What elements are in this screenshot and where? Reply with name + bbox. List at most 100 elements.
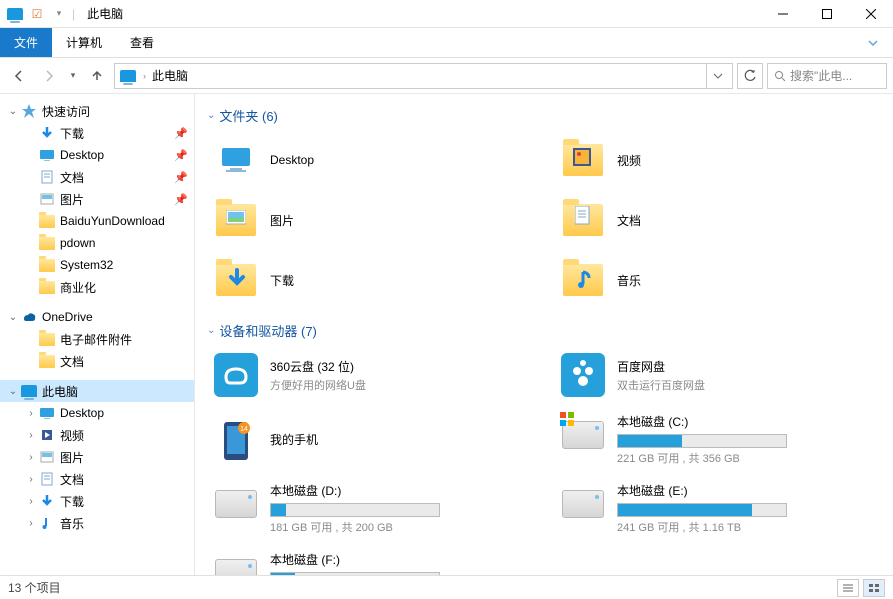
status-bar: 13 个项目 [0,575,893,599]
expand-icon[interactable] [24,258,38,272]
tree-item-icon [38,212,56,230]
chevron-down-icon: ⌄ [207,325,215,336]
tree-item-label: 图片 [60,449,188,466]
ribbon-tabs: 文件 计算机 查看 [0,28,893,58]
expand-icon[interactable] [24,354,38,368]
properties-icon[interactable]: ☑ [28,5,46,23]
expand-icon[interactable] [24,126,38,140]
nav-forward-button[interactable] [36,63,62,89]
tree-item-label: 快速访问 [42,103,188,120]
tree-quick-item[interactable]: System32 [0,254,194,276]
drive-stats: 221 GB 可用 , 共 356 GB [617,450,874,466]
pin-icon: 📌 [174,127,188,140]
breadcrumb-location[interactable]: 此电脑 [152,67,188,84]
tree-thispc-item[interactable]: › 视频 [0,424,194,446]
tree-item-label: 视频 [60,427,188,444]
folder-item[interactable]: 音乐 [554,253,881,307]
maximize-button[interactable] [805,0,849,28]
tree-thispc-item[interactable]: › 下载 [0,490,194,512]
tree-quick-item[interactable]: pdown [0,232,194,254]
expand-icon[interactable]: › [24,516,38,530]
view-tiles-button[interactable] [863,579,885,597]
folder-label: 音乐 [617,272,874,289]
tab-computer[interactable]: 计算机 [52,28,116,57]
expand-icon[interactable]: › [24,450,38,464]
tree-item-label: Desktop [60,406,188,420]
nav-history-button[interactable]: ▾ [66,63,80,89]
view-details-button[interactable] [837,579,859,597]
group-header-devices[interactable]: ⌄ 设备和驱动器 (7) [207,321,881,340]
tree-item-label: 商业化 [60,279,188,296]
tree-thispc-item[interactable]: › 图片 [0,446,194,468]
tree-quick-item[interactable]: 文档 📌 [0,166,194,188]
expand-icon[interactable]: › [24,472,38,486]
tree-item-label: OneDrive [42,310,188,324]
expand-icon[interactable] [24,170,38,184]
tree-onedrive-item[interactable]: 文档 [0,350,194,372]
expand-icon[interactable] [24,148,38,162]
drive-icon [214,482,258,526]
tree-thispc-item[interactable]: › 音乐 [0,512,194,534]
expand-icon[interactable]: ⌄ [6,104,20,118]
search-input[interactable]: 搜索"此电... [767,63,887,89]
drive-item[interactable]: 本地磁盘 (C:) 221 GB 可用 , 共 356 GB [554,408,881,471]
tree-item-icon [38,124,56,142]
expand-icon[interactable] [24,236,38,250]
minimize-button[interactable] [761,0,805,28]
tree-quick-item[interactable]: 商业化 [0,276,194,298]
expand-icon[interactable] [24,192,38,206]
expand-icon[interactable] [24,280,38,294]
navigation-pane[interactable]: ⌄ 快速访问 下载 📌 Desktop 📌 文档 📌 图片 📌 BaiduYun… [0,94,195,575]
address-dropdown-button[interactable] [706,64,728,88]
tree-this-pc[interactable]: ⌄ 此电脑 [0,380,194,402]
tree-quick-item[interactable]: BaiduYunDownload [0,210,194,232]
address-bar[interactable]: › 此电脑 [114,63,733,89]
drive-item[interactable]: 本地磁盘 (F:) 92.0 GB 可用 , 共 107 GB [207,546,534,575]
qat-dropdown-icon[interactable]: ▾ [50,5,68,23]
titlebar: ☑ ▾ | 此电脑 [0,0,893,28]
close-button[interactable] [849,0,893,28]
refresh-button[interactable] [737,63,763,89]
tree-thispc-item[interactable]: › 文档 [0,468,194,490]
content-pane[interactable]: ⌄ 文件夹 (6) Desktop 视频 图片 文档 下载 音乐 ⌄ 设备和驱动… [195,94,893,575]
tree-onedrive-item[interactable]: 电子邮件附件 [0,328,194,350]
tree-item-label: 下载 [60,493,188,510]
folder-item[interactable]: 下载 [207,253,534,307]
device-app-item[interactable]: 14 我的手机 [207,408,534,471]
tree-thispc-item[interactable]: › Desktop [0,402,194,424]
nav-up-button[interactable] [84,63,110,89]
expand-icon[interactable] [24,332,38,346]
group-header-folders[interactable]: ⌄ 文件夹 (6) [207,106,881,125]
tree-onedrive[interactable]: ⌄ OneDrive [0,306,194,328]
folder-item[interactable]: Desktop [207,133,534,187]
folder-label: Desktop [270,153,527,167]
tab-file[interactable]: 文件 [0,28,52,57]
expand-icon[interactable]: › [24,428,38,442]
expand-icon[interactable] [24,214,38,228]
tree-item-label: 此电脑 [42,383,188,400]
tree-quick-item[interactable]: Desktop 📌 [0,144,194,166]
device-app-item[interactable]: 百度网盘 双击运行百度网盘 [554,348,881,402]
tree-quick-item[interactable]: 图片 📌 [0,188,194,210]
tree-quick-item[interactable]: 下载 📌 [0,122,194,144]
expand-icon[interactable]: › [24,494,38,508]
folder-item[interactable]: 文档 [554,193,881,247]
tab-view[interactable]: 查看 [116,28,168,57]
device-app-item[interactable]: 360云盘 (32 位) 方便好用的网络U盘 [207,348,534,402]
folder-label: 视频 [617,152,874,169]
expand-icon[interactable]: ⌄ [6,310,20,324]
tree-item-icon [20,308,38,326]
nav-back-button[interactable] [6,63,32,89]
folder-item[interactable]: 图片 [207,193,534,247]
ribbon-collapse-button[interactable] [853,28,893,57]
app-title: 360云盘 (32 位) [270,358,527,375]
address-bar-row: ▾ › 此电脑 搜索"此电... [0,58,893,94]
tree-item-icon [38,404,56,422]
tree-item-label: pdown [60,236,188,250]
tree-quick-access[interactable]: ⌄ 快速访问 [0,100,194,122]
expand-icon[interactable]: ⌄ [6,384,20,398]
folder-item[interactable]: 视频 [554,133,881,187]
drive-item[interactable]: 本地磁盘 (E:) 241 GB 可用 , 共 1.16 TB [554,477,881,540]
expand-icon[interactable]: › [24,406,38,420]
drive-item[interactable]: 本地磁盘 (D:) 181 GB 可用 , 共 200 GB [207,477,534,540]
